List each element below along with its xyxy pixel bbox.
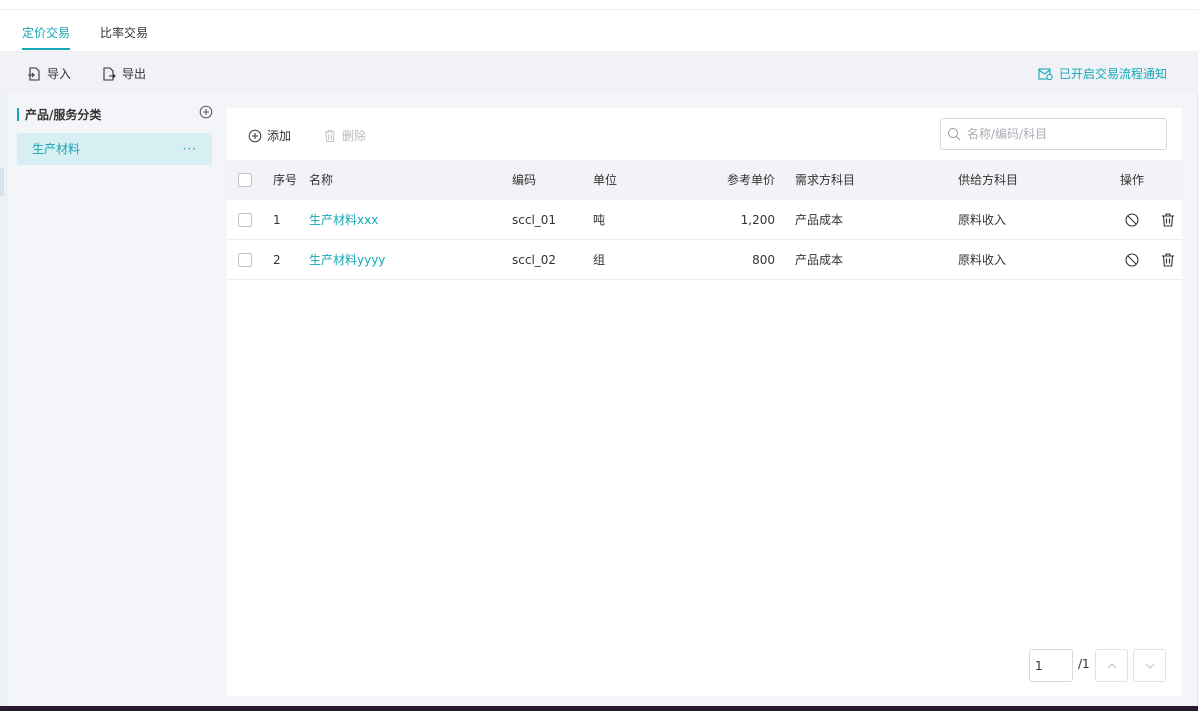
export-button[interactable]: 导出	[102, 65, 146, 82]
trash-icon[interactable]	[1160, 252, 1176, 268]
sidebar-item-production-materials[interactable]: 生产材料 ···	[17, 133, 212, 165]
trash-icon	[325, 129, 335, 142]
sidebar-item-label: 生产材料	[32, 142, 81, 156]
prev-page-button[interactable]	[1095, 649, 1128, 682]
header-index: 序号	[273, 173, 298, 187]
disable-icon[interactable]	[1124, 252, 1140, 268]
more-options-icon[interactable]: ···	[183, 133, 197, 165]
add-category-icon[interactable]	[199, 105, 213, 119]
row-index: 1	[273, 213, 281, 227]
header-price: 参考单价	[726, 173, 775, 187]
import-label: 导入	[47, 67, 72, 81]
add-label: 添加	[267, 129, 292, 143]
collapsed-left-strip	[0, 93, 7, 706]
tab-ratio[interactable]: 比率交易	[100, 24, 148, 41]
toolbar: 导入 导出 已开启交易流程通知	[0, 51, 1198, 93]
chevron-down-icon	[1145, 663, 1154, 669]
top-bar	[0, 0, 1198, 10]
row-name-link[interactable]: 生产材料yyyy	[309, 240, 385, 280]
chevron-up-icon	[1107, 662, 1116, 668]
table-header: 序号 名称 编码 单位 参考单价 需求方科目 供给方科目 操作	[227, 160, 1182, 200]
tab-bar: 定价交易 比率交易	[0, 10, 1198, 51]
delete-button[interactable]: 删除	[323, 127, 366, 144]
notification-settings-link[interactable]: 已开启交易流程通知	[1038, 65, 1167, 82]
header-demand-account: 需求方科目	[795, 173, 856, 187]
row-checkbox[interactable]	[238, 213, 252, 227]
header-unit: 单位	[593, 173, 618, 187]
main-panel: 添加 删除 序号 名称 编码 单位 参考单价 需求方科目 供给方科目 操作	[227, 108, 1182, 696]
header-supply-account: 供给方科目	[958, 173, 1019, 187]
row-name-link[interactable]: 生产材料xxx	[309, 200, 378, 240]
row-price: 1,200	[740, 213, 775, 227]
row-demand-account: 产品成本	[795, 213, 844, 227]
page-number-input[interactable]	[1029, 649, 1073, 682]
header-code: 编码	[512, 173, 537, 187]
row-supply-account: 原料收入	[958, 253, 1007, 267]
page-total: /1	[1078, 657, 1090, 671]
row-price: 800	[752, 253, 775, 267]
header-name: 名称	[309, 173, 334, 187]
add-circle-icon	[248, 129, 262, 142]
sidebar-title: 产品/服务分类	[17, 106, 101, 123]
table-row: 2 生产材料yyyy sccl_02 组 800 产品成本 原料收入	[227, 240, 1182, 280]
import-button[interactable]: 导入	[27, 65, 71, 82]
row-demand-account: 产品成本	[795, 253, 844, 267]
export-label: 导出	[122, 67, 147, 81]
search-input[interactable]	[967, 127, 1157, 141]
row-code: sccl_02	[512, 253, 557, 267]
search-box[interactable]	[940, 118, 1167, 150]
table-row: 1 生产材料xxx sccl_01 吨 1,200 产品成本 原料收入	[227, 200, 1182, 240]
next-page-button[interactable]	[1133, 649, 1166, 682]
trash-icon[interactable]	[1160, 212, 1176, 228]
category-sidebar: 产品/服务分类 生产材料 ···	[7, 93, 220, 706]
notification-label: 已开启交易流程通知	[1058, 67, 1167, 81]
header-operations: 操作	[1120, 173, 1145, 187]
export-icon	[103, 66, 116, 81]
row-index: 2	[273, 253, 281, 267]
import-icon	[28, 66, 40, 81]
title-accent-bar	[17, 108, 19, 121]
strip-marker	[0, 168, 4, 196]
disable-icon[interactable]	[1124, 212, 1140, 228]
search-icon	[948, 128, 961, 141]
delete-label: 删除	[342, 129, 367, 143]
select-all-checkbox[interactable]	[238, 173, 252, 187]
app-frame: 定价交易 比率交易 导入 导出 已开启交易流程通知 产品/服务分类 生产材料 ·…	[0, 0, 1198, 706]
row-supply-account: 原料收入	[958, 213, 1007, 227]
add-button[interactable]: 添加	[248, 127, 291, 144]
row-unit: 吨	[593, 213, 606, 227]
row-code: sccl_01	[512, 213, 557, 227]
mail-notification-icon	[1038, 67, 1053, 80]
row-checkbox[interactable]	[238, 253, 252, 267]
tab-fixed-price[interactable]: 定价交易	[22, 24, 71, 50]
sidebar-title-text: 产品/服务分类	[25, 108, 102, 122]
row-unit: 组	[593, 253, 606, 267]
